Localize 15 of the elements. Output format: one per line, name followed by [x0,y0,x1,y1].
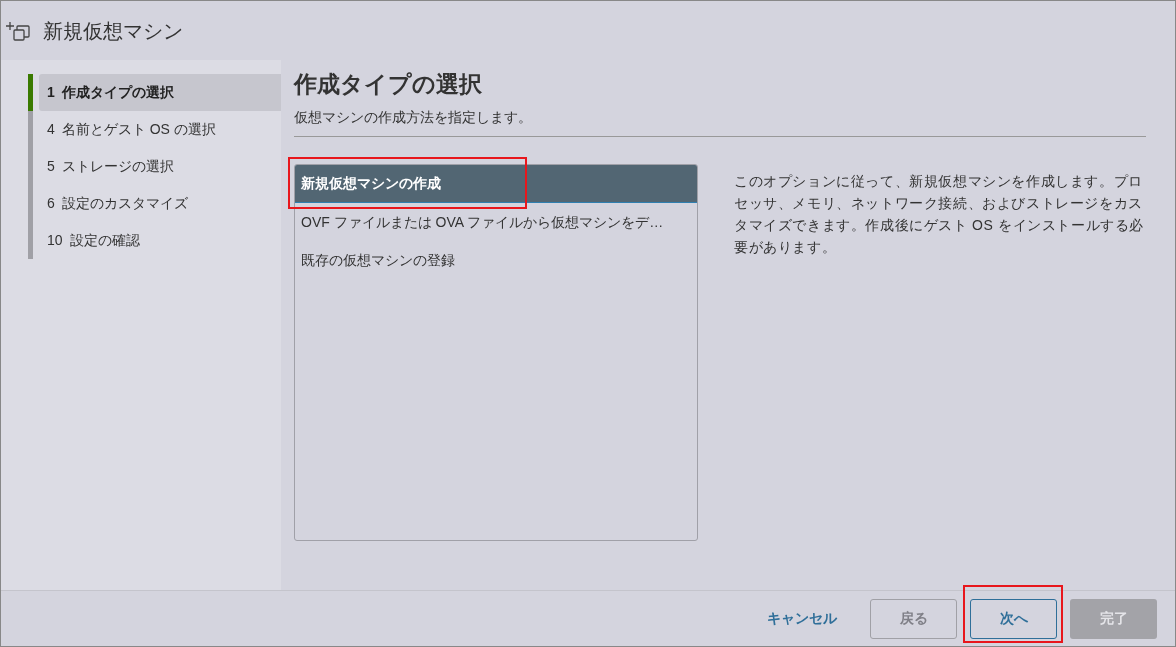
option-item[interactable]: 既存の仮想マシンの登録 [295,241,697,279]
page-title: 作成タイプの選択 [294,70,483,99]
wizard-step[interactable]: 6 設定のカスタマイズ [39,185,281,222]
wizard-step[interactable]: 5 ストレージの選択 [39,148,281,185]
wizard-step[interactable]: 10 設定の確認 [39,222,281,259]
option-description: このオプションに従って、新規仮想マシンを作成します。プロセッサ、メモリ、ネットワーク接続、およびストレージをカスタマイズできます。作成後にゲスト OS をインストールする必要があります。 [734,172,1145,257]
option-item[interactable]: 新規仮想マシンの作成 [295,165,697,203]
option-item[interactable]: OVF ファイルまたは OVA ファイルから仮想マシンをデ… [295,203,697,241]
add-copy-icon [5,19,33,42]
wizard-step[interactable]: 4 名前とゲスト OS の選択 [39,111,281,148]
wizard-step[interactable]: 1 作成タイプの選択 [39,74,281,111]
window-title: 新規仮想マシン [43,18,183,44]
wizard-button[interactable]: 次へ [970,598,1057,639]
page-subtitle: 仮想マシンの作成方法を指定します。 [294,107,1146,137]
wizard-button[interactable]: キャンセル [747,598,857,639]
